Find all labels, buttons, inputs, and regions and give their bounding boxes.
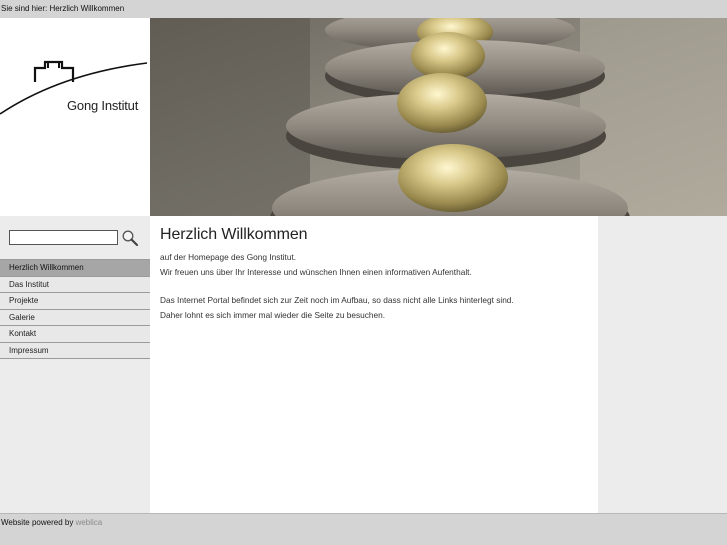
nav-item-kontakt[interactable]: Kontakt <box>0 325 150 342</box>
main-content: Herzlich Willkommen auf der Homepage des… <box>150 216 598 513</box>
search-button[interactable] <box>121 229 139 247</box>
page-title: Herzlich Willkommen <box>160 226 308 243</box>
logo-text: Gong Institut <box>67 98 139 113</box>
breadcrumb-current[interactable]: Herzlich Willkommen <box>49 4 124 13</box>
breadcrumb: Sie sind hier: Herzlich Willkommen <box>0 0 727 18</box>
nav-item-galerie[interactable]: Galerie <box>0 308 150 326</box>
intro-line-2: Wir freuen uns über Ihr Interesse und wü… <box>160 266 472 277</box>
main-nav: Herzlich Willkommen Das Institut Projekt… <box>0 259 150 359</box>
status-text: Das Internet Portal befindet sich zur Ze… <box>160 293 588 322</box>
header: Gong Institut <box>0 18 727 216</box>
magnifier-icon <box>122 230 139 247</box>
hero-image <box>150 18 727 216</box>
right-panel <box>598 216 727 513</box>
nav-item-projekte[interactable]: Projekte <box>0 292 150 309</box>
status-line-1: Das Internet Portal befindet sich zur Ze… <box>160 295 514 305</box>
footer-link-weblica[interactable]: weblica <box>76 518 103 527</box>
intro-line-1: auf der Homepage des Gong Institut. <box>160 252 297 262</box>
footer-text: Website powered by <box>1 518 74 527</box>
status-line-2: Daher lohnt es sich immer mal wieder die… <box>160 309 386 320</box>
nav-item-impressum[interactable]: Impressum <box>0 341 150 359</box>
breadcrumb-label: Sie sind hier: <box>1 4 48 13</box>
footer: Website powered by weblica <box>0 513 727 545</box>
logo[interactable]: Gong Institut <box>0 18 150 216</box>
sidebar: Herzlich Willkommen Das Institut Projekt… <box>0 216 150 513</box>
nav-item-das-institut[interactable]: Das Institut <box>0 275 150 293</box>
intro-text: auf der Homepage des Gong Institut. Wir … <box>160 250 588 279</box>
search-input[interactable] <box>9 230 118 245</box>
nav-item-herzlich-willkommen[interactable]: Herzlich Willkommen <box>0 259 150 276</box>
gong-logo-icon <box>0 60 148 115</box>
